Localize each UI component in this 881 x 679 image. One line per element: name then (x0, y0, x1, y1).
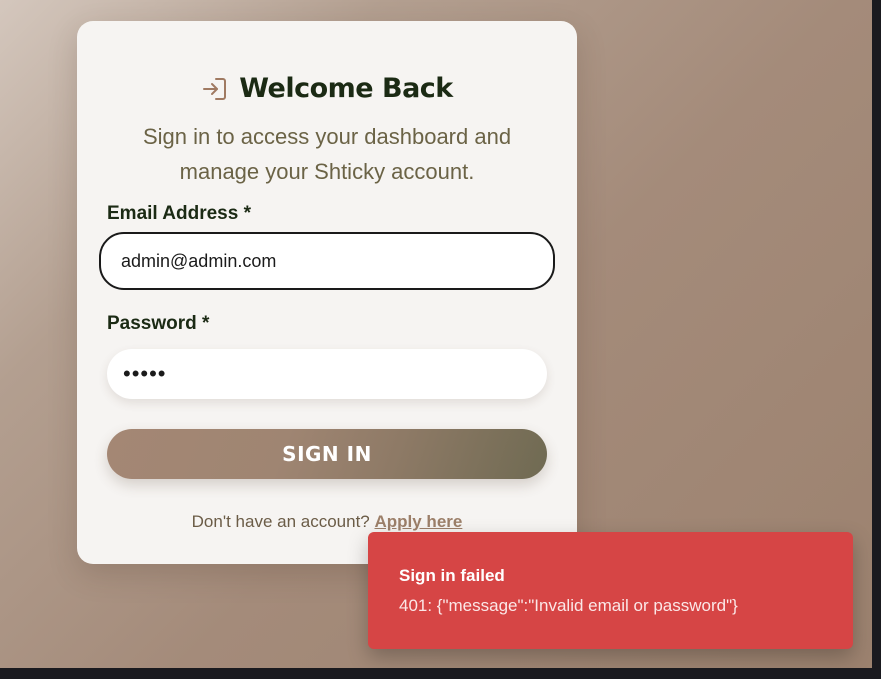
signup-prompt: Don't have an account? Apply here (77, 512, 577, 532)
sign-in-button[interactable]: SIGN IN (107, 429, 547, 479)
signup-prompt-text: Don't have an account? (191, 512, 370, 531)
toast-title: Sign in failed (399, 566, 505, 585)
password-label: Password * (107, 313, 210, 334)
title-group: Welcome Back (201, 73, 453, 104)
error-toast[interactable]: Sign in failed 401: {"message":"Invalid … (368, 532, 853, 649)
login-card: Welcome Back Sign in to access your dash… (77, 21, 577, 564)
page-subtitle: Sign in to access your dashboard and man… (142, 124, 512, 184)
email-label: Email Address * (107, 203, 251, 224)
login-arrow-icon (201, 75, 229, 103)
page-title: Welcome Back (239, 73, 453, 104)
apply-here-link[interactable]: Apply here (374, 512, 462, 531)
card-header: Welcome Back (77, 73, 577, 113)
password-field-value: ••••• (123, 361, 167, 386)
password-field[interactable]: ••••• (107, 349, 547, 399)
toast-description: 401: {"message":"Invalid email or passwo… (399, 596, 738, 615)
email-field-value: admin@admin.com (121, 250, 277, 271)
email-field[interactable]: admin@admin.com (99, 232, 555, 290)
page-background: Welcome Back Sign in to access your dash… (0, 0, 872, 668)
